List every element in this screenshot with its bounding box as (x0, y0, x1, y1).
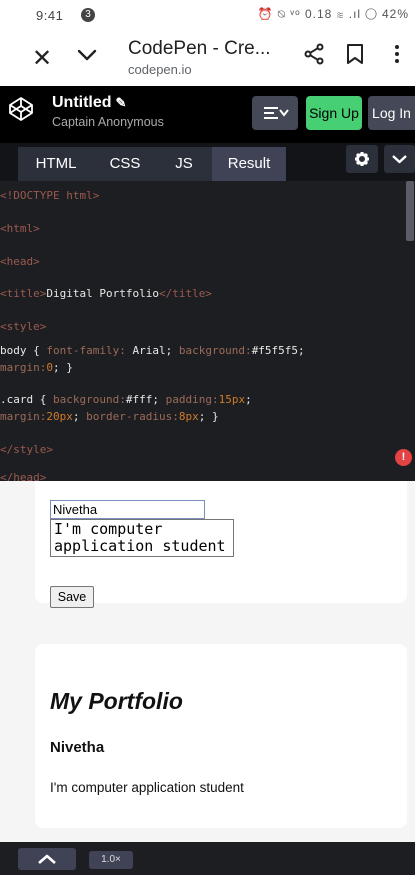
code-line: <html> (0, 222, 40, 235)
code-token: 15px (218, 393, 246, 406)
portfolio-about: I'm computer application student (50, 780, 244, 795)
code-token: <title> (0, 287, 47, 300)
zoom-button[interactable]: 1.0× (89, 851, 133, 869)
code-token: border-radius: (86, 410, 179, 423)
code-token: </title> (158, 287, 212, 300)
code-token: .card { (0, 393, 53, 406)
portfolio-card: My Portfolio Nivetha I'm computer applic… (35, 644, 407, 828)
portfolio-title: My Portfolio (50, 688, 183, 714)
code-line: margin:0; } (0, 361, 73, 374)
codepen-header: Untitled ✎ Captain Anonymous Sign Up Log … (0, 86, 415, 143)
layout-icon (264, 107, 289, 119)
editor-footer: 1.0× (0, 842, 415, 875)
code-token: background: (178, 344, 252, 357)
code-token: Arial (132, 344, 166, 357)
code-token: padding: (165, 393, 219, 406)
pencil-icon[interactable]: ✎ (116, 95, 127, 110)
code-token: 20px (46, 410, 73, 423)
code-token: ; } (52, 361, 73, 374)
editor-tabs: HTML CSS JS Result (0, 143, 415, 181)
code-token: </style> (0, 443, 53, 456)
code-token: margin: (0, 410, 47, 423)
result-preview: Nivetha I'm computer application student… (0, 481, 415, 842)
chevron-up-icon (38, 854, 56, 864)
page-title: CodePen - Cre... (128, 38, 271, 59)
tab-css[interactable]: CSS (94, 147, 156, 181)
code-token: font-family: (46, 344, 133, 357)
pen-author: Captain Anonymous (52, 115, 164, 129)
code-token: <!DOCTYPE html> (0, 189, 100, 202)
form-card: Nivetha I'm computer application student… (35, 481, 407, 608)
page-url: codepen.io (128, 62, 192, 77)
close-icon[interactable]: ✕ (32, 44, 52, 73)
code-token: ; (165, 344, 179, 357)
collapse-button[interactable] (384, 145, 415, 173)
code-line: <!DOCTYPE html> (0, 189, 99, 202)
code-token: ; (298, 344, 305, 357)
pen-title-text: Untitled (52, 94, 112, 111)
editor-scroll-thumb[interactable] (406, 181, 414, 241)
save-button[interactable]: Save (50, 586, 94, 608)
tab-result[interactable]: Result (212, 147, 286, 181)
gear-icon (355, 152, 369, 166)
signup-button[interactable]: Sign Up (306, 96, 362, 130)
code-line: <style> (0, 320, 46, 333)
code-token: </head> (0, 471, 47, 481)
code-token: ; (72, 410, 87, 423)
browser-toolbar: ✕ CodePen - Cre... codepen.io (0, 28, 415, 86)
code-token: ; (245, 393, 252, 406)
code-token: #f5f5f5 (251, 344, 299, 357)
chevron-down-icon[interactable] (74, 42, 100, 68)
pen-title[interactable]: Untitled ✎ (52, 94, 126, 112)
code-line: body { font-family: Arial; background:#f… (0, 344, 305, 357)
code-token: #fff (125, 393, 153, 406)
status-bar: 9:41 3 ⏰ ⍉ ᵛᵒ 0.18 ≋ .ıl ◯ 42% (0, 0, 415, 28)
code-token: 8px (178, 410, 199, 423)
code-line: <head> (0, 255, 40, 268)
portfolio-name: Nivetha (50, 739, 105, 756)
code-token: Digital Portfolio (46, 287, 159, 300)
share-icon[interactable] (302, 42, 326, 66)
code-line: </head> (0, 471, 46, 481)
status-icons: ⏰ ⍉ ᵛᵒ 0.18 ≋ .ıl ◯ 42% (257, 7, 409, 21)
html-code[interactable]: <!DOCTYPE html> <html> <head> <title>Digit… (0, 181, 405, 481)
about-textarea[interactable]: I'm computer application student (50, 519, 234, 557)
layout-button[interactable] (252, 96, 298, 130)
status-time: 9:41 (36, 8, 64, 23)
name-input[interactable]: Nivetha (50, 500, 205, 519)
code-token: ; (152, 393, 166, 406)
code-line: <title>Digital Portfolio</title> (0, 287, 212, 300)
code-line: </style> (0, 443, 53, 456)
code-token: background: (52, 393, 126, 406)
chevron-down-icon (392, 155, 407, 164)
code-editor: HTML CSS JS Result <!DOCTYPE html> <html… (0, 143, 415, 481)
code-token: <style> (0, 320, 47, 333)
bookmark-icon[interactable] (344, 42, 366, 66)
more-vert-icon[interactable] (390, 42, 404, 66)
code-line: .card { background:#fff; padding:15px; (0, 393, 252, 406)
code-token: <head> (0, 255, 40, 268)
login-button[interactable]: Log In (368, 96, 415, 130)
settings-button[interactable] (346, 145, 378, 173)
code-token: 0 (46, 361, 53, 374)
code-token: margin: (0, 361, 47, 374)
codepen-logo-icon[interactable] (8, 96, 34, 122)
expand-button[interactable] (18, 848, 76, 870)
tab-html[interactable]: HTML (18, 147, 94, 181)
code-token: ; } (198, 410, 219, 423)
code-line: margin:20px; border-radius:8px; } (0, 410, 219, 423)
notification-badge: 3 (81, 8, 95, 22)
code-token: <html> (0, 222, 40, 235)
code-token: body { (0, 344, 47, 357)
tab-js[interactable]: JS (156, 147, 212, 181)
error-alert-icon[interactable]: ! (395, 449, 412, 466)
